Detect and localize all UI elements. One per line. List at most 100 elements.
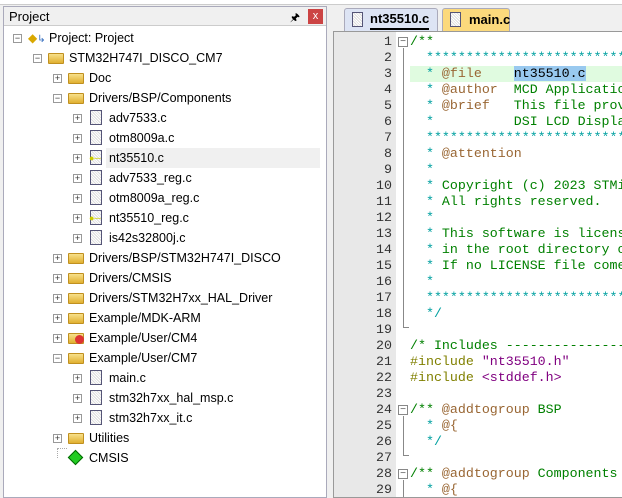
code-line[interactable]: /** — [410, 34, 434, 50]
tree-item[interactable]: + adv7533.c — [4, 108, 324, 128]
code-line[interactable]: ************************************ — [410, 50, 622, 66]
tree-item[interactable]: CMSIS — [4, 448, 324, 468]
tree-item[interactable]: + otm8009a.c — [4, 128, 324, 148]
line-number: 4 — [384, 82, 392, 97]
tree-item[interactable]: + otm8009a_reg.c — [4, 188, 324, 208]
tree-item[interactable]: + is42s32800j.c — [4, 228, 324, 248]
tree-item[interactable]: + ●─ nt35510.c — [73, 148, 320, 168]
project-icon: ◆↳ — [28, 31, 46, 45]
expand-icon[interactable]: + — [73, 154, 82, 163]
tree-item[interactable]: − ◆↳ Project: Project — [4, 28, 324, 48]
code-token: #include — [410, 370, 482, 385]
fold-collapse-icon[interactable]: − — [398, 405, 408, 415]
expand-icon[interactable]: + — [73, 214, 82, 223]
expand-icon[interactable]: + — [73, 134, 82, 143]
tree-item[interactable]: − STM32H747I_DISCO_CM7 — [4, 48, 324, 68]
code-line[interactable]: #include "nt35510.h" — [410, 354, 570, 370]
fold-collapse-icon[interactable]: − — [398, 469, 408, 479]
code-token: BSP — [529, 402, 562, 417]
expand-icon[interactable]: + — [53, 334, 62, 343]
tree-item[interactable]: + ●─ nt35510_reg.c — [4, 208, 324, 228]
fold-collapse-icon[interactable]: − — [398, 37, 408, 47]
code-line[interactable]: * @file nt35510.c — [410, 66, 622, 82]
expand-icon[interactable]: + — [53, 294, 62, 303]
fold-line — [403, 48, 409, 328]
tree-item-label: STM32H747I_DISCO_CM7 — [69, 51, 223, 65]
code-line[interactable]: * Copyright (c) 2023 STMicro — [410, 178, 622, 194]
tree-item-label: Project: Project — [49, 31, 134, 45]
expand-icon[interactable]: + — [53, 434, 62, 443]
tree-item[interactable]: − Example/User/CM7 — [4, 348, 324, 368]
tree-item[interactable]: + Drivers/BSP/STM32H747I_DISCO — [4, 248, 324, 268]
expand-icon[interactable]: + — [53, 314, 62, 323]
expand-icon[interactable]: + — [73, 174, 82, 183]
tab-main-c[interactable]: main.c — [442, 8, 510, 31]
close-icon[interactable]: x — [308, 9, 323, 24]
code-token: "nt35510.h" — [481, 354, 570, 369]
tree-item-label: Drivers/BSP/STM32H747I_DISCO — [89, 251, 281, 265]
collapse-icon[interactable]: − — [13, 34, 22, 43]
code-line[interactable]: * @{ — [410, 418, 458, 434]
code-token: ************************************ — [425, 50, 622, 65]
tab-nt35510-c[interactable]: nt35510.c — [344, 8, 438, 31]
expand-icon[interactable]: + — [73, 114, 82, 123]
collapse-icon[interactable]: − — [53, 354, 62, 363]
code-line[interactable]: * If no LICENSE file comes — [410, 258, 622, 274]
line-number: 13 — [376, 226, 392, 241]
code-line[interactable]: */ — [410, 306, 442, 322]
tree-item-label: main.c — [109, 371, 146, 385]
tree-item[interactable]: + Drivers/STM32H7xx_HAL_Driver — [4, 288, 324, 308]
code-token: /* Includes ------------------------ — [410, 338, 622, 353]
line-number: 11 — [376, 194, 392, 209]
code-line[interactable]: /* Includes ------------------------ — [410, 338, 622, 354]
code-line[interactable]: * This software is licensed — [410, 226, 622, 242]
expand-icon[interactable]: + — [73, 374, 82, 383]
file-icon — [90, 370, 102, 385]
code-token: DSI LCD Display — [433, 114, 622, 129]
code-line[interactable]: * @author MCD Application — [410, 82, 622, 98]
code-line[interactable]: */ — [410, 434, 442, 450]
tree-item[interactable]: + Example/MDK-ARM — [4, 308, 324, 328]
code-editor[interactable]: 1 2 3 4 5 6 7 8 9 10 11 12 13 14 15 16 17 18 19 20 21 22 23 24 2… — [333, 31, 622, 498]
expand-icon[interactable]: + — [73, 394, 82, 403]
line-number: 9 — [384, 162, 392, 177]
expand-icon[interactable]: + — [53, 254, 62, 263]
line-number: 27 — [376, 450, 392, 465]
code-line[interactable]: * @{ — [410, 482, 458, 497]
line-number: 10 — [376, 178, 392, 193]
pin-icon[interactable]: 🖈 — [290, 9, 300, 28]
code-line[interactable]: * in the root directory of — [410, 242, 622, 258]
expand-icon[interactable]: + — [53, 274, 62, 283]
tree-item-label: nt35510_reg.c — [109, 211, 189, 225]
code-token: @author — [441, 82, 498, 97]
code-line[interactable]: * @attention — [410, 146, 522, 162]
tree-item[interactable]: + Drivers/CMSIS — [4, 268, 324, 288]
tree-item[interactable]: + Utilities — [4, 428, 324, 448]
code-line[interactable]: * — [410, 210, 434, 226]
expand-icon[interactable]: + — [73, 234, 82, 243]
expand-icon[interactable]: + — [73, 414, 82, 423]
expand-icon[interactable]: + — [53, 74, 62, 83]
code-line[interactable]: /** @addtogroup BSP — [410, 402, 562, 418]
expand-icon[interactable]: + — [73, 194, 82, 203]
code-line[interactable]: /** @addtogroup Components — [410, 466, 617, 482]
code-line[interactable]: * All rights reserved. — [410, 194, 602, 210]
code-line[interactable]: ************************************ — [410, 290, 622, 306]
tree-item-label: Drivers/STM32H7xx_HAL_Driver — [89, 291, 273, 305]
code-token: All rights reserved. — [441, 194, 602, 209]
tree-item[interactable]: + stm32h7xx_hal_msp.c — [4, 388, 324, 408]
code-line[interactable]: * — [410, 162, 434, 178]
collapse-icon[interactable]: − — [33, 54, 42, 63]
code-line[interactable]: #include <stddef.h> — [410, 370, 562, 386]
code-line[interactable]: * DSI LCD Display — [410, 114, 622, 130]
tree-item[interactable]: + Doc — [4, 68, 324, 88]
code-line[interactable]: ************************************ — [410, 130, 622, 146]
tree-item[interactable]: + adv7533_reg.c — [4, 168, 324, 188]
code-line[interactable]: * @brief This file provides — [410, 98, 622, 114]
code-line[interactable]: * — [410, 274, 434, 290]
tree-item[interactable]: + stm32h7xx_it.c — [4, 408, 324, 428]
tree-item[interactable]: − Drivers/BSP/Components — [4, 88, 324, 108]
tree-item[interactable]: + Example/User/CM4 — [4, 328, 324, 348]
collapse-icon[interactable]: − — [53, 94, 62, 103]
tree-item[interactable]: + main.c — [4, 368, 324, 388]
